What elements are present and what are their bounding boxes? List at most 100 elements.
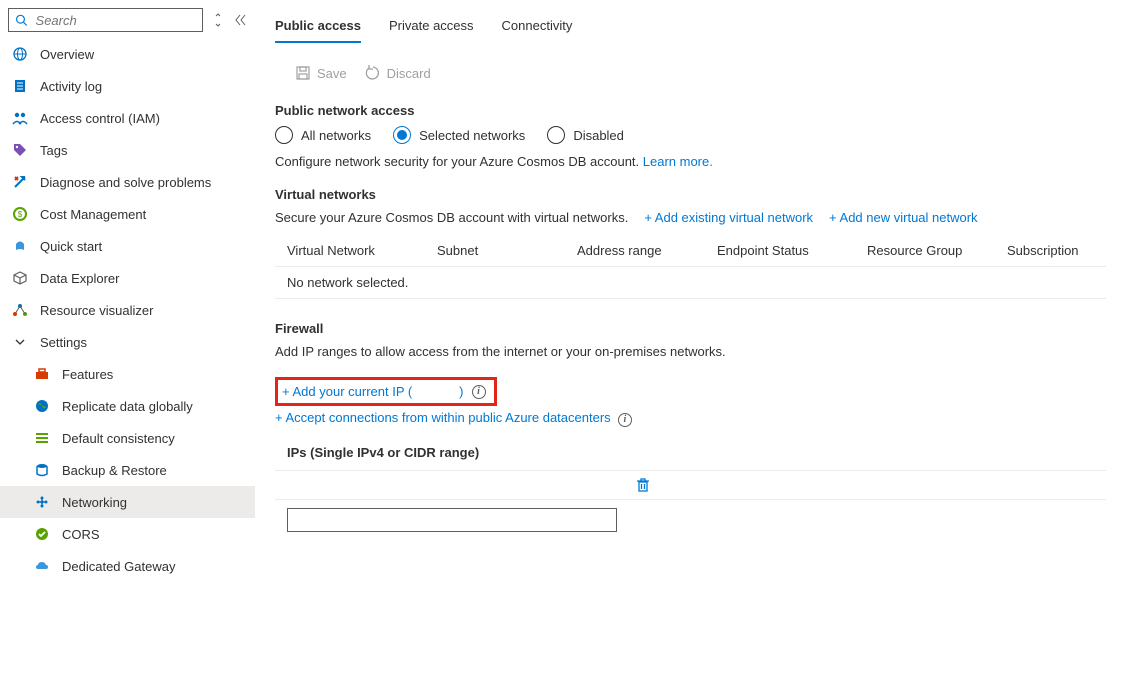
add-existing-vnet-link[interactable]: + Add existing virtual network — [644, 210, 813, 225]
sidebar-item-label: Tags — [40, 143, 67, 158]
learn-more-link[interactable]: Learn more. — [643, 154, 713, 169]
sidebar-item-label: Features — [62, 367, 113, 382]
cloud-icon — [34, 558, 50, 574]
vnet-col-header: Endpoint Status — [717, 243, 867, 258]
sidebar-item-label: Data Explorer — [40, 271, 119, 286]
add-current-ip-pre: + Add your current IP ( — [282, 384, 412, 399]
tab-connectivity[interactable]: Connectivity — [502, 10, 573, 43]
sidebar-item-diagnose-and-solve-problems[interactable]: Diagnose and solve problems — [0, 166, 255, 198]
sidebar-item-dedicated-gateway[interactable]: Dedicated Gateway — [0, 550, 255, 582]
sidebar-item-label: Resource visualizer — [40, 303, 153, 318]
sidebar-item-label: Default consistency — [62, 431, 175, 446]
net-icon — [34, 494, 50, 510]
tab-private-access[interactable]: Private access — [389, 10, 474, 43]
sidebar-item-activity-log[interactable]: Activity log — [0, 70, 255, 102]
vnet-table-header: Virtual NetworkSubnetAddress rangeEndpoi… — [275, 235, 1106, 266]
settings-group-label: Settings — [40, 335, 87, 350]
discard-button[interactable]: Discard — [365, 65, 431, 81]
radio-disabled[interactable]: Disabled — [547, 126, 624, 144]
sidebar-item-label: Dedicated Gateway — [62, 559, 175, 574]
sidebar-item-tags[interactable]: Tags — [0, 134, 255, 166]
wrench-icon — [12, 174, 28, 190]
firewall-desc: Add IP ranges to allow access from the i… — [275, 344, 1106, 359]
radio-label: Disabled — [573, 128, 624, 143]
cube-icon — [12, 270, 28, 286]
backup-icon — [34, 462, 50, 478]
sidebar-item-data-explorer[interactable]: Data Explorer — [0, 262, 255, 294]
vnet-col-header: Resource Group — [867, 243, 1007, 258]
sidebar-item-label: Overview — [40, 47, 94, 62]
add-current-ip-link[interactable]: + Add your current IP ( ) — [282, 384, 464, 399]
info-icon[interactable]: i — [618, 413, 632, 427]
save-icon — [295, 65, 311, 81]
discard-icon — [365, 65, 381, 81]
tab-public-access[interactable]: Public access — [275, 10, 361, 43]
public-access-heading: Public network access — [275, 103, 1106, 118]
toolbox-icon — [34, 366, 50, 382]
accept-datacenters-link[interactable]: + Accept connections from within public … — [275, 410, 611, 425]
ips-delete-row — [275, 470, 1106, 500]
search-icon — [15, 13, 28, 27]
sidebar-item-replicate-data-globally[interactable]: Replicate data globally — [0, 390, 255, 422]
globe-icon — [12, 46, 28, 62]
firewall-links: + Add your current IP ( ) i + Accept con… — [275, 377, 1106, 427]
public-access-options: All networks Selected networks Disabled — [275, 126, 1106, 144]
save-button[interactable]: Save — [295, 65, 347, 81]
bars-icon — [34, 430, 50, 446]
delete-ip-button[interactable] — [635, 477, 651, 493]
add-current-ip-post: ) — [459, 384, 463, 399]
settings-group-toggle[interactable]: Settings — [0, 326, 255, 358]
discard-label: Discard — [387, 66, 431, 81]
radio-dot — [275, 126, 293, 144]
sidebar-item-label: Networking — [62, 495, 127, 510]
info-icon[interactable]: i — [472, 385, 486, 399]
sidebar-item-overview[interactable]: Overview — [0, 38, 255, 70]
ips-column-header: IPs (Single IPv4 or CIDR range) — [275, 435, 1106, 470]
tabs: Public access Private access Connectivity — [275, 10, 1106, 43]
search-input[interactable] — [34, 12, 196, 29]
sidebar-item-label: Replicate data globally — [62, 399, 193, 414]
earth-icon — [34, 398, 50, 414]
collapse-icon[interactable] — [233, 13, 247, 27]
vnet-empty-text: No network selected. — [287, 275, 437, 290]
cost-icon: $ — [12, 206, 28, 222]
sidebar-item-label: Backup & Restore — [62, 463, 167, 478]
sidebar-item-networking[interactable]: Networking — [0, 486, 255, 518]
sidebar-item-default-consistency[interactable]: Default consistency — [0, 422, 255, 454]
ip-range-input[interactable] — [287, 508, 617, 532]
trash-icon — [635, 477, 651, 493]
public-access-desc: Configure network security for your Azur… — [275, 154, 1106, 169]
sidebar-item-access-control-iam-[interactable]: Access control (IAM) — [0, 102, 255, 134]
save-label: Save — [317, 66, 347, 81]
main-content: Public accessPrivate accessConnectivity … — [255, 0, 1126, 694]
ips-input-row — [275, 500, 1106, 540]
sidebar-item-backup-restore[interactable]: Backup & Restore — [0, 454, 255, 486]
search-box[interactable] — [8, 8, 203, 32]
sidebar-item-label: Cost Management — [40, 207, 146, 222]
log-icon — [12, 78, 28, 94]
sidebar-item-label: CORS — [62, 527, 100, 542]
add-new-vnet-link[interactable]: + Add new virtual network — [829, 210, 978, 225]
radio-dot — [393, 126, 411, 144]
highlight-box: + Add your current IP ( ) i — [275, 377, 497, 406]
vnet-actions: Secure your Azure Cosmos DB account with… — [275, 210, 1106, 225]
sidebar-item-label: Activity log — [40, 79, 102, 94]
public-access-desc-text: Configure network security for your Azur… — [275, 154, 643, 169]
radio-dot — [547, 126, 565, 144]
cors-icon — [34, 526, 50, 542]
sidebar-item-label: Quick start — [40, 239, 102, 254]
radio-all-networks[interactable]: All networks — [275, 126, 371, 144]
vnet-col-header: Virtual Network — [287, 243, 437, 258]
sidebar-item-resource-visualizer[interactable]: Resource visualizer — [0, 294, 255, 326]
vnet-desc: Secure your Azure Cosmos DB account with… — [275, 210, 628, 225]
chevron-down-icon — [12, 334, 28, 350]
expand-icon[interactable] — [213, 13, 223, 27]
radio-selected-networks[interactable]: Selected networks — [393, 126, 525, 144]
sidebar-item-features[interactable]: Features — [0, 358, 255, 390]
sidebar-item-cors[interactable]: CORS — [0, 518, 255, 550]
toolbar: Save Discard — [275, 55, 1106, 99]
sidebar-item-quick-start[interactable]: Quick start — [0, 230, 255, 262]
sidebar-item-label: Access control (IAM) — [40, 111, 160, 126]
sidebar-item-cost-management[interactable]: $ Cost Management — [0, 198, 255, 230]
radio-label: Selected networks — [419, 128, 525, 143]
